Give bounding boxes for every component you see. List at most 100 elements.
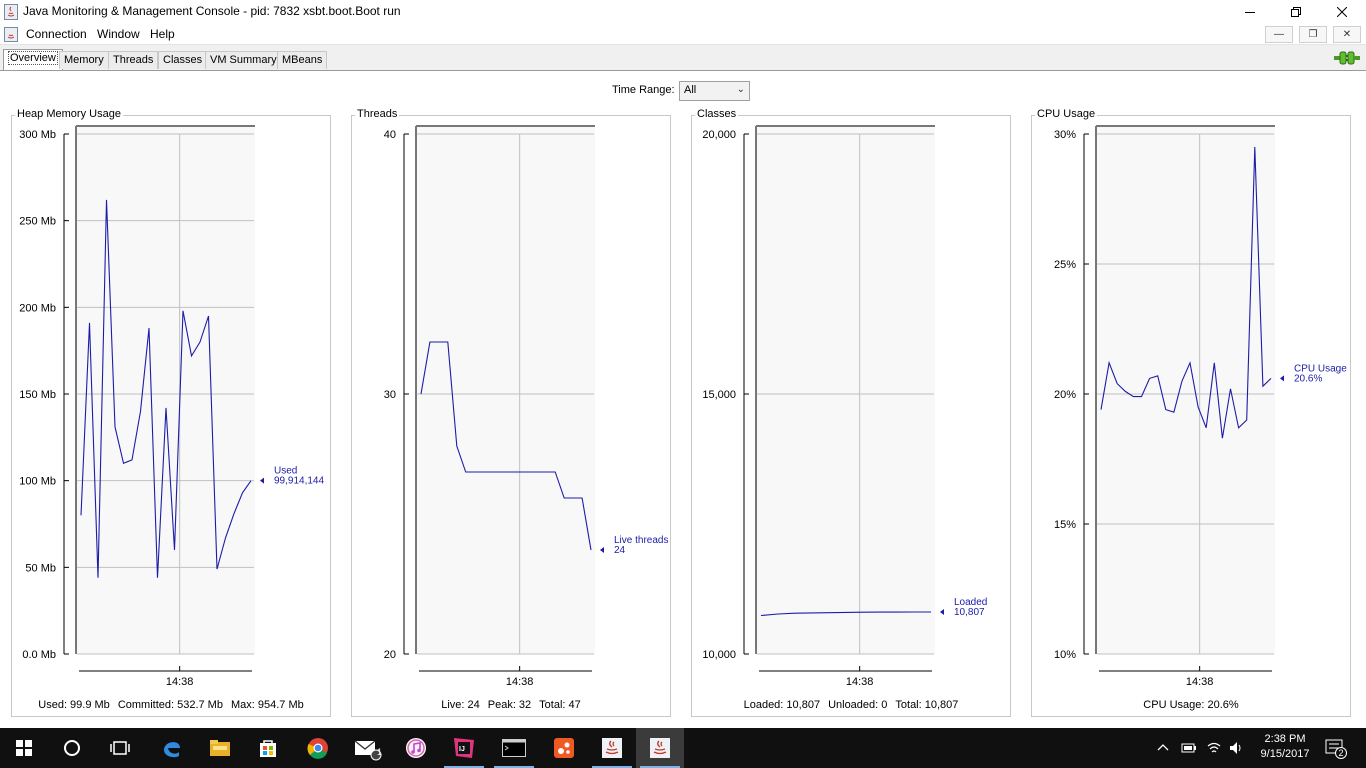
- series-marker: [940, 609, 944, 616]
- tab-vm-summary[interactable]: VM Summary: [205, 51, 282, 69]
- terminal-button[interactable]: [490, 728, 538, 768]
- edge-button[interactable]: [148, 728, 196, 768]
- java-button[interactable]: [588, 728, 636, 768]
- java-console-button[interactable]: [636, 728, 684, 768]
- x-tick-label: 14:38: [1186, 676, 1214, 688]
- java-icon: [4, 4, 18, 20]
- y-tick-label: 20,000: [702, 129, 736, 141]
- clock-date: 9/15/2017: [1260, 748, 1310, 760]
- minimize-button[interactable]: [1227, 0, 1273, 24]
- time-range-label: Time Range:: [612, 84, 675, 96]
- battery-icon[interactable]: [1181, 741, 1197, 755]
- cortana-icon: [64, 740, 80, 756]
- plot-background: [417, 127, 595, 654]
- file-explorer-icon: [210, 740, 230, 756]
- x-tick-label: 14:38: [506, 676, 534, 688]
- series-marker: [1280, 375, 1284, 382]
- chrome-button[interactable]: [294, 728, 342, 768]
- internal-restore-button[interactable]: ❐: [1299, 26, 1327, 43]
- panel-summary: Live: 24 Peak: 32 Total: 47: [351, 699, 671, 711]
- menu-connection[interactable]: Connection: [26, 27, 87, 41]
- itunes-button[interactable]: [392, 728, 440, 768]
- series-marker: [260, 477, 264, 484]
- java-console-icon: [650, 738, 670, 758]
- plot-background: [757, 127, 935, 654]
- legend-value: 99,914,144: [274, 476, 324, 487]
- store-button[interactable]: [244, 728, 292, 768]
- y-tick-label: 30%: [1054, 129, 1076, 141]
- tab-classes[interactable]: Classes: [158, 51, 208, 69]
- summary-item: Total: 47: [539, 699, 581, 711]
- panel-summary: CPU Usage: 20.6%: [1031, 699, 1351, 711]
- mail-button[interactable]: 1: [344, 728, 392, 768]
- series-marker: [600, 547, 604, 553]
- chevron-up-icon[interactable]: [1157, 742, 1169, 752]
- volume-icon[interactable]: [1228, 740, 1244, 756]
- x-tick-label: 14:38: [846, 676, 874, 688]
- legend-value: 20.6%: [1294, 373, 1322, 384]
- intellij-button[interactable]: IJ: [440, 728, 488, 768]
- y-tick-label: 20: [384, 649, 396, 661]
- y-tick-label: 40: [384, 129, 396, 141]
- start-icon: [16, 740, 32, 756]
- taskbar: 1 IJ 2:38 PM 9/15/2017 2: [0, 728, 1366, 768]
- clock[interactable]: 2:38 PM 9/15/2017: [1257, 732, 1313, 762]
- wifi-icon[interactable]: [1206, 740, 1222, 756]
- chart-3: 30%25%20%15%10%14:38CPU Usage20.6%: [1054, 125, 1347, 688]
- tab-vm-summary-label: VM Summary: [210, 54, 277, 66]
- tab-threads[interactable]: Threads: [108, 51, 159, 69]
- restore-button[interactable]: [1273, 0, 1319, 24]
- y-tick-label: 30: [384, 389, 396, 401]
- tab-classes-label: Classes: [163, 54, 203, 66]
- chart-0: 300 Mb 250 Mb 200 Mb 150 Mb 100 Mb 50 Mb 0.0 M…: [19, 125, 324, 688]
- menu-window[interactable]: Window: [97, 27, 140, 41]
- summary-item: Total: 10,807: [895, 699, 959, 711]
- tab-bar: Overview Memory Threads Classes VM Summa…: [0, 46, 1366, 70]
- action-center-button[interactable]: 2: [1325, 739, 1347, 760]
- notification-badge: 2: [1335, 747, 1347, 759]
- summary-item: CPU Usage: 20.6%: [1143, 699, 1239, 711]
- internal-minimize-button[interactable]: —: [1265, 26, 1293, 43]
- close-icon: [1337, 7, 1347, 17]
- connected-plug-icon[interactable]: [1334, 50, 1360, 66]
- y-tick-label: 15%: [1054, 519, 1076, 531]
- y-tick-label: 100 Mb: [19, 476, 56, 488]
- file-explorer-button[interactable]: [196, 728, 244, 768]
- y-tick-label: 10,000: [702, 649, 736, 661]
- close-icon: ✕: [1342, 29, 1352, 40]
- internal-close-button[interactable]: ✕: [1333, 26, 1361, 43]
- tab-overview[interactable]: Overview: [3, 49, 63, 70]
- y-tick-label: 20%: [1054, 389, 1076, 401]
- task-view-button[interactable]: [96, 728, 144, 768]
- chrome-icon: [307, 738, 328, 759]
- y-tick-label: 25%: [1054, 259, 1076, 271]
- app-icon: [554, 738, 574, 758]
- time-range-select[interactable]: All ⌄: [679, 81, 750, 101]
- time-range-value: All: [684, 84, 697, 96]
- edge-icon: [164, 742, 180, 758]
- chart-1: 40302014:38Live threads24: [384, 125, 668, 688]
- restore-icon: ❐: [1308, 29, 1318, 40]
- close-button[interactable]: [1319, 0, 1365, 24]
- title-bar: Java Monitoring & Management Console - p…: [0, 0, 1366, 24]
- app-button[interactable]: [540, 728, 588, 768]
- panel-summary: Loaded: 10,807 Unloaded: 0 Total: 10,807: [691, 699, 1011, 711]
- tab-memory[interactable]: Memory: [59, 51, 109, 69]
- tab-mbeans-label: MBeans: [282, 54, 323, 66]
- chart-2: 20,00015,00010,00014:38Loaded10,807: [702, 125, 987, 688]
- summary-item: Loaded: 10,807: [743, 699, 821, 711]
- start-button[interactable]: [0, 728, 48, 768]
- minimize-icon: —: [1274, 29, 1284, 40]
- summary-item: Used: 99.9 Mb: [38, 699, 110, 711]
- cortana-button[interactable]: [48, 728, 96, 768]
- y-tick-label: 150 Mb: [19, 389, 56, 401]
- tab-mbeans[interactable]: MBeans: [277, 51, 328, 69]
- tab-memory-label: Memory: [64, 54, 104, 66]
- mail-badge: 1: [377, 747, 383, 757]
- menu-help[interactable]: Help: [150, 27, 175, 41]
- plot-background: [77, 127, 255, 654]
- legend-value: 10,807: [954, 607, 985, 618]
- itunes-icon: [406, 738, 426, 758]
- summary-item: Max: 954.7 Mb: [230, 699, 304, 711]
- chevron-down-icon: ⌄: [736, 84, 745, 95]
